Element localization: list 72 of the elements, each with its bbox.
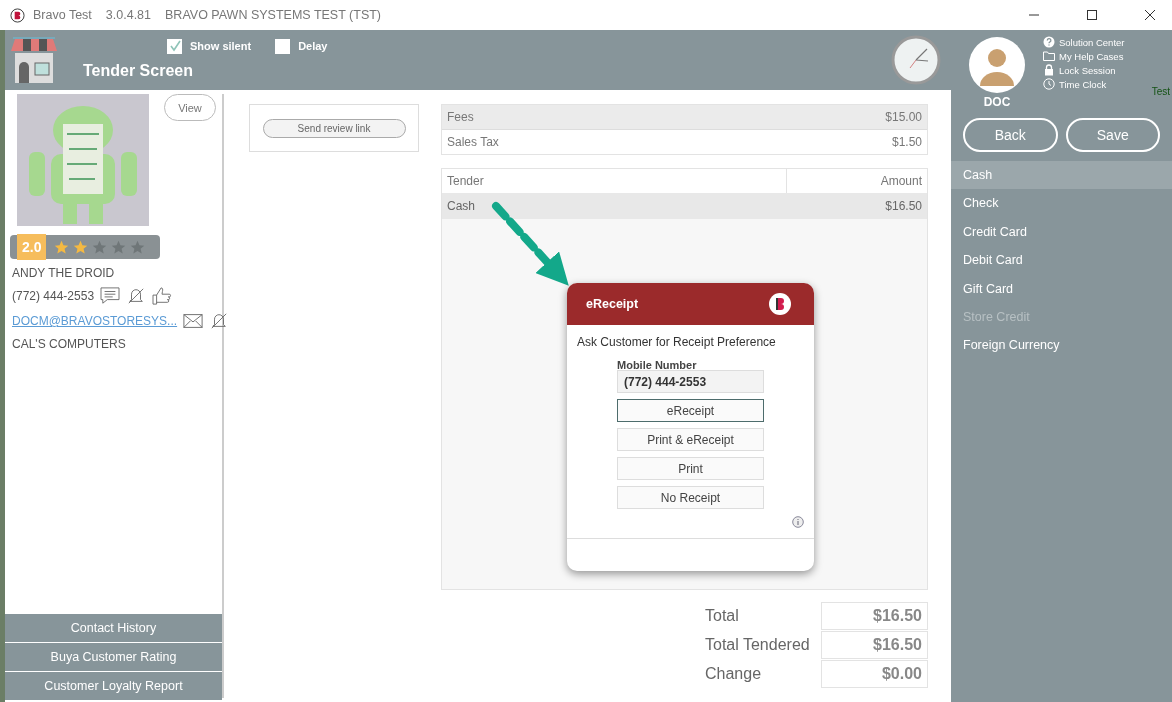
clock-icon[interactable]	[1043, 78, 1055, 90]
star-icon	[92, 239, 108, 255]
email-link[interactable]: DOCM@BRAVOSTORESYS...	[12, 314, 178, 328]
message-icon[interactable]	[100, 287, 121, 305]
app-logo-icon	[10, 7, 25, 23]
side-button[interactable]: Buya Customer Rating	[5, 643, 222, 671]
total-label: Total Tendered	[705, 636, 811, 654]
total-label: Total	[705, 607, 740, 625]
help-link[interactable]: Solution Center	[1059, 36, 1125, 48]
receipt-option-button[interactable]: Print & eReceipt	[617, 428, 764, 451]
checkbox-label: Delay	[298, 40, 328, 52]
star-icon	[130, 239, 146, 255]
tender-method[interactable]: Credit Card	[951, 217, 1172, 247]
tender-method[interactable]: Check	[951, 189, 1172, 218]
folder-icon[interactable]	[1043, 50, 1055, 62]
star-icon	[111, 239, 127, 255]
checkbox-label: Show silent	[190, 40, 252, 52]
help-link[interactable]: Time Clock	[1059, 78, 1107, 90]
help-link[interactable]: My Help Cases	[1059, 50, 1124, 62]
lock-icon[interactable]	[1043, 64, 1055, 76]
dialog-prompt: Ask Customer for Receipt Preference	[577, 335, 777, 349]
table-cell: Fees	[447, 110, 474, 124]
field-label: Mobile Number	[617, 359, 698, 371]
checkbox[interactable]	[275, 38, 291, 54]
dialog-title: eReceipt	[586, 297, 639, 311]
screen-title: Tender Screen	[83, 61, 194, 80]
clock-icon	[891, 35, 941, 85]
info-icon[interactable]	[792, 516, 804, 528]
table-cell: $1.50	[891, 135, 922, 149]
app-logo-icon	[768, 292, 792, 316]
thumbs-up-icon[interactable]	[152, 287, 173, 305]
tender-method[interactable]: Debit Card	[951, 246, 1172, 275]
tender-method[interactable]: Cash	[951, 161, 1172, 190]
side-button[interactable]: Customer Loyalty Report	[5, 672, 222, 700]
tender-method[interactable]: Gift Card	[951, 274, 1172, 303]
action-button[interactable]: Save	[1065, 118, 1160, 152]
app-name: Bravo Test	[33, 8, 92, 22]
checkbox[interactable]	[167, 38, 182, 54]
total-value: $16.50	[821, 602, 928, 630]
close-icon[interactable]	[1144, 9, 1156, 21]
tender-method[interactable]: Foreign Currency	[951, 331, 1172, 360]
send-review-link-button[interactable]: Send review link	[262, 118, 406, 138]
rating-value: 2.0	[17, 234, 47, 260]
store-icon	[9, 35, 59, 85]
receipt-option-button[interactable]: Print	[617, 457, 764, 480]
receipt-option-button[interactable]: No Receipt	[617, 486, 764, 509]
action-button[interactable]: Back	[963, 118, 1058, 152]
view-button[interactable]: View	[164, 94, 216, 121]
mobile-number-field[interactable]: (772) 444-2553	[617, 370, 764, 393]
avatar	[968, 36, 1026, 94]
help-icon[interactable]	[1043, 36, 1055, 48]
app-version: 3.0.4.81	[105, 8, 151, 22]
customer-phone: (772) 444-2553	[12, 289, 95, 303]
total-label: Change	[705, 665, 763, 683]
side-button[interactable]: Contact History	[5, 614, 222, 642]
customer-name: ANDY THE DROID	[12, 266, 115, 280]
table-cell: $15.00	[885, 110, 922, 124]
customer-company: CAL'S COMPUTERS	[12, 337, 126, 351]
window-title: BRAVO PAWN SYSTEMS TEST (TST)	[165, 8, 381, 22]
user-name: DOC	[983, 95, 1011, 109]
star-icon	[73, 239, 89, 255]
maximize-icon[interactable]	[1086, 9, 1098, 21]
receipt-option-button[interactable]: eReceipt	[617, 399, 764, 422]
help-link[interactable]: Lock Session	[1059, 64, 1116, 76]
envelope-icon[interactable]	[183, 312, 204, 330]
column-header: Amount	[879, 173, 923, 190]
environment-label: Test	[1151, 86, 1170, 97]
total-value: $16.50	[821, 631, 928, 659]
table-cell: Sales Tax	[447, 135, 499, 149]
table-row[interactable]: Cash $16.50	[442, 193, 927, 219]
total-value: $0.00	[821, 660, 928, 688]
star-icon	[54, 239, 70, 255]
